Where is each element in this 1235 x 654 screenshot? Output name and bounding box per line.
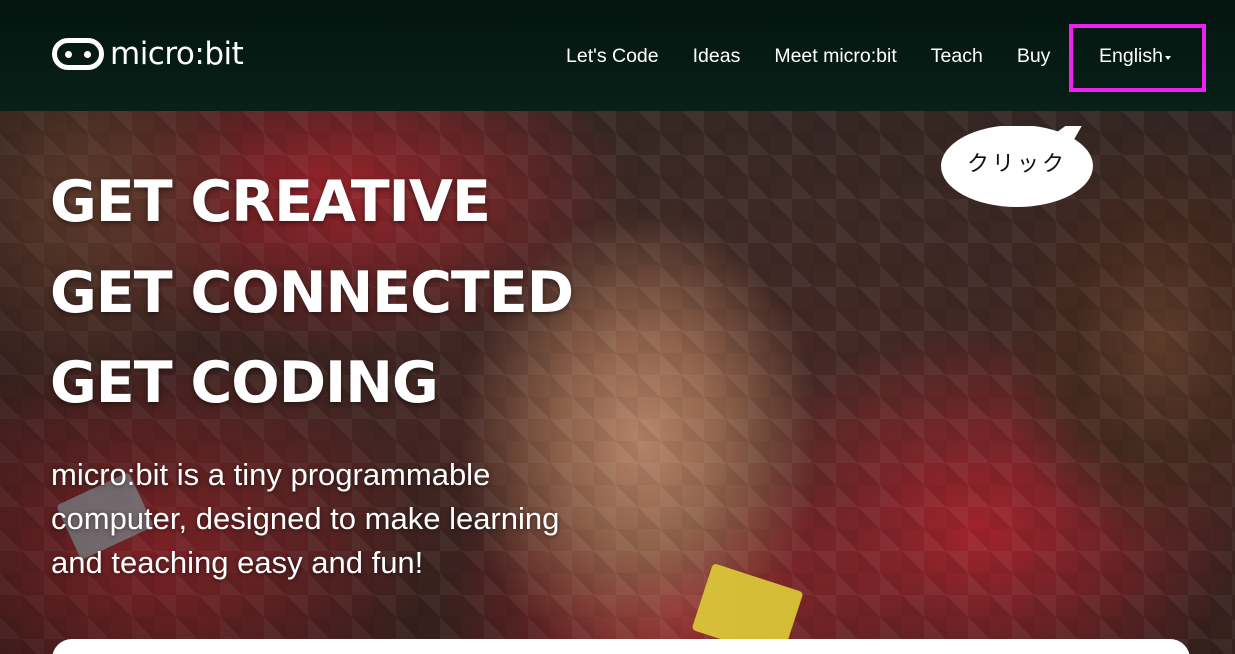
microbit-logo-icon: [52, 38, 104, 70]
nav-teach[interactable]: Teach: [931, 44, 983, 68]
hero-headline-1: GET CREATIVE: [50, 169, 491, 235]
page: micro:bit Let's Code Ideas Meet micro:bi…: [0, 0, 1235, 654]
logo-text: micro:bit: [110, 35, 244, 72]
nav-buy[interactable]: Buy: [1017, 44, 1051, 68]
nav-ideas[interactable]: Ideas: [693, 44, 741, 68]
language-highlight-box: [1069, 24, 1206, 92]
callout-text: クリック: [966, 152, 1067, 177]
main-nav: Let's Code Ideas Meet micro:bit Teach Bu…: [566, 44, 1050, 68]
hero-bottom-card: [52, 639, 1190, 654]
site-logo[interactable]: micro:bit: [52, 35, 244, 72]
hero-tagline: micro:bit is a tiny programmable compute…: [51, 457, 560, 580]
hero-headline-2: GET CONNECTED: [50, 260, 574, 326]
nav-lets-code[interactable]: Let's Code: [566, 44, 659, 68]
site-header: micro:bit Let's Code Ideas Meet micro:bi…: [0, 0, 1235, 111]
click-callout: クリック: [941, 126, 1093, 208]
hero-headline-3: GET CODING: [50, 350, 439, 416]
nav-meet-microbit[interactable]: Meet micro:bit: [774, 44, 896, 68]
logo-eye-right: [84, 50, 91, 58]
logo-eye-left: [65, 50, 72, 58]
